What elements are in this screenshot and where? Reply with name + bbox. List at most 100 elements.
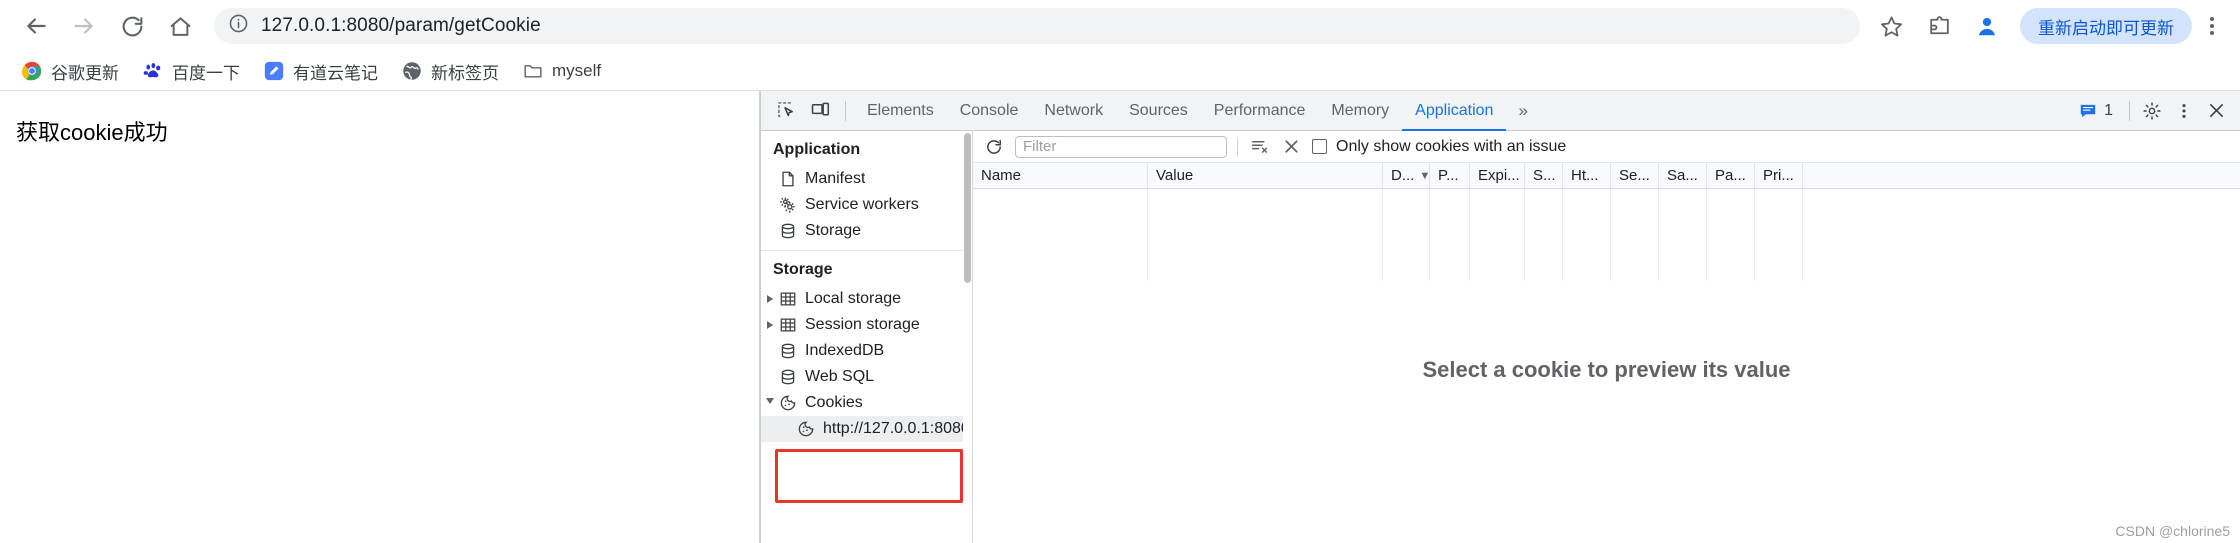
tab-elements[interactable]: Elements	[854, 91, 947, 131]
grid-column-divider	[1430, 189, 1470, 281]
devtools-panel: Elements Console Network Sources Perform…	[760, 91, 2240, 543]
chevron-down-icon[interactable]	[766, 398, 774, 408]
clear-all-cookies-icon[interactable]	[1248, 136, 1270, 158]
bookmark-item-4[interactable]: myself	[513, 57, 611, 85]
grid-column-divider	[1470, 189, 1525, 281]
column-header-expires[interactable]: Expi...	[1470, 163, 1525, 188]
sidebar-item-label: Local storage	[805, 290, 902, 307]
update-button[interactable]: 重新启动即可更新	[2020, 8, 2192, 44]
bookmark-label: 有道云笔记	[293, 63, 378, 83]
watermark-text: CSDN @chlorine5	[2115, 523, 2230, 539]
issues-counter-button[interactable]: 1	[2069, 102, 2123, 120]
chrome-menu-button[interactable]	[2198, 17, 2226, 35]
column-header-path[interactable]: P...	[1430, 163, 1470, 188]
sidebar-item-local-storage[interactable]: Local storage	[761, 286, 972, 312]
cookie-preview-placeholder: Select a cookie to preview its value	[1422, 357, 1791, 382]
close-icon[interactable]	[2200, 95, 2232, 127]
back-arrow-icon	[27, 18, 46, 34]
kebab-menu-icon[interactable]	[2168, 95, 2200, 127]
address-bar-url: 127.0.0.1:8080/param/getCookie	[261, 15, 541, 36]
cookie-icon	[779, 394, 797, 412]
delete-selected-cookie-icon[interactable]	[1280, 136, 1302, 158]
tab-console[interactable]: Console	[947, 91, 1032, 131]
inspect-element-icon[interactable]	[769, 96, 803, 126]
sidebar-scrollbar-thumb[interactable]	[964, 133, 971, 283]
column-header-secure[interactable]: Se...	[1611, 163, 1659, 188]
youdao-note-icon	[264, 61, 284, 81]
bookmark-item-1[interactable]: 百度一下	[133, 55, 250, 88]
more-tabs-icon[interactable]: »	[1506, 101, 1539, 121]
bookmark-star-button[interactable]	[1870, 5, 1912, 47]
devtools-tabbar: Elements Console Network Sources Perform…	[761, 91, 2240, 131]
column-header-size[interactable]: S...	[1525, 163, 1563, 188]
column-header-partitionkey[interactable]: Pa...	[1707, 163, 1755, 188]
column-header-name[interactable]: Name	[973, 163, 1148, 188]
sidebar-item-label: Web SQL	[805, 368, 875, 385]
bookmark-item-3[interactable]: 新标签页	[392, 55, 509, 88]
bookmark-label: 百度一下	[172, 63, 240, 83]
extensions-puzzle-icon	[1929, 15, 1949, 34]
column-header-httponly[interactable]: Ht...	[1563, 163, 1611, 188]
forward-button[interactable]	[62, 4, 106, 48]
grid-column-divider	[1611, 189, 1659, 281]
grid-column-divider	[1383, 189, 1430, 281]
sidebar-item-service-workers[interactable]: Service workers	[761, 192, 972, 218]
cookies-panel: Only show cookies with an issue Name Val…	[973, 131, 2240, 543]
back-button[interactable]	[14, 4, 58, 48]
database-icon	[779, 368, 797, 386]
column-header-samesite[interactable]: Sa...	[1659, 163, 1707, 188]
cookies-table-header: Name Value D... ▼ P... Expi... S... Ht...…	[973, 163, 2240, 189]
grid-column-divider	[1563, 189, 1611, 281]
sidebar-section-application-title: Application	[773, 141, 861, 158]
toolbar-right-group: 重新启动即可更新	[1870, 5, 2226, 47]
grid-column-divider	[1148, 189, 1383, 281]
tab-sources[interactable]: Sources	[1116, 91, 1201, 131]
only-issues-label: Only show cookies with an issue	[1336, 137, 1567, 155]
table-icon	[779, 290, 797, 308]
column-header-priority[interactable]: Pri...	[1755, 163, 1803, 188]
globe-icon	[402, 61, 422, 81]
page-content: 获取cookie成功	[0, 91, 760, 543]
issues-message-icon	[2080, 104, 2096, 117]
profile-button[interactable]	[1966, 5, 2008, 47]
address-bar[interactable]: 127.0.0.1:8080/param/getCookie	[214, 8, 1860, 44]
home-button[interactable]	[158, 4, 202, 48]
sidebar-item-web-sql[interactable]: Web SQL	[761, 364, 972, 390]
sidebar-item-label: http://127.0.0.1:8080	[823, 420, 970, 437]
tab-performance[interactable]: Performance	[1201, 91, 1319, 131]
viewport-split: 获取cookie成功 Elements Console Network Sour…	[0, 90, 2240, 543]
profile-avatar-icon	[1978, 17, 1996, 36]
bookmark-label: 新标签页	[431, 63, 499, 83]
table-icon	[779, 316, 797, 334]
checkbox-box[interactable]	[1312, 139, 1327, 154]
cookies-table-body: Select a cookie to preview its value CSD…	[973, 189, 2240, 543]
extensions-button[interactable]	[1918, 5, 1960, 47]
bookmark-item-0[interactable]: 谷歌更新	[12, 55, 129, 88]
column-header-value[interactable]: Value	[1148, 163, 1383, 188]
grid-column-divider	[1525, 189, 1563, 281]
column-header-domain[interactable]: D... ▼	[1383, 163, 1430, 188]
sidebar-item-storage[interactable]: Storage	[761, 218, 972, 244]
chevron-right-icon[interactable]	[767, 321, 773, 329]
refresh-icon[interactable]	[983, 136, 1005, 158]
reload-button[interactable]	[110, 4, 154, 48]
tab-application[interactable]: Application	[1402, 91, 1506, 131]
sidebar-item-session-storage[interactable]: Session storage	[761, 312, 972, 338]
grid-column-divider	[1659, 189, 1707, 281]
chevron-right-icon[interactable]	[767, 295, 773, 303]
sidebar-scrollbar[interactable]	[963, 131, 972, 543]
browser-toolbar: 127.0.0.1:8080/param/getCookie 重新启动即可更新	[0, 0, 2240, 52]
gear-icon[interactable]	[2136, 95, 2168, 127]
filter-input[interactable]	[1015, 135, 1227, 158]
sidebar-item-cookies[interactable]: Cookies	[761, 390, 972, 416]
sidebar-item-cookie-origin[interactable]: http://127.0.0.1:8080	[761, 416, 972, 442]
sidebar-item-indexeddb[interactable]: IndexedDB	[761, 338, 972, 364]
sidebar-item-manifest[interactable]: Manifest	[761, 166, 972, 192]
tab-memory[interactable]: Memory	[1318, 91, 1402, 131]
tab-network[interactable]: Network	[1031, 91, 1116, 131]
bookmark-item-2[interactable]: 有道云笔记	[254, 55, 388, 88]
only-issues-checkbox[interactable]: Only show cookies with an issue	[1312, 138, 1566, 156]
device-toolbar-icon[interactable]	[803, 96, 837, 126]
site-information-icon[interactable]	[228, 13, 249, 39]
home-icon	[170, 16, 190, 36]
